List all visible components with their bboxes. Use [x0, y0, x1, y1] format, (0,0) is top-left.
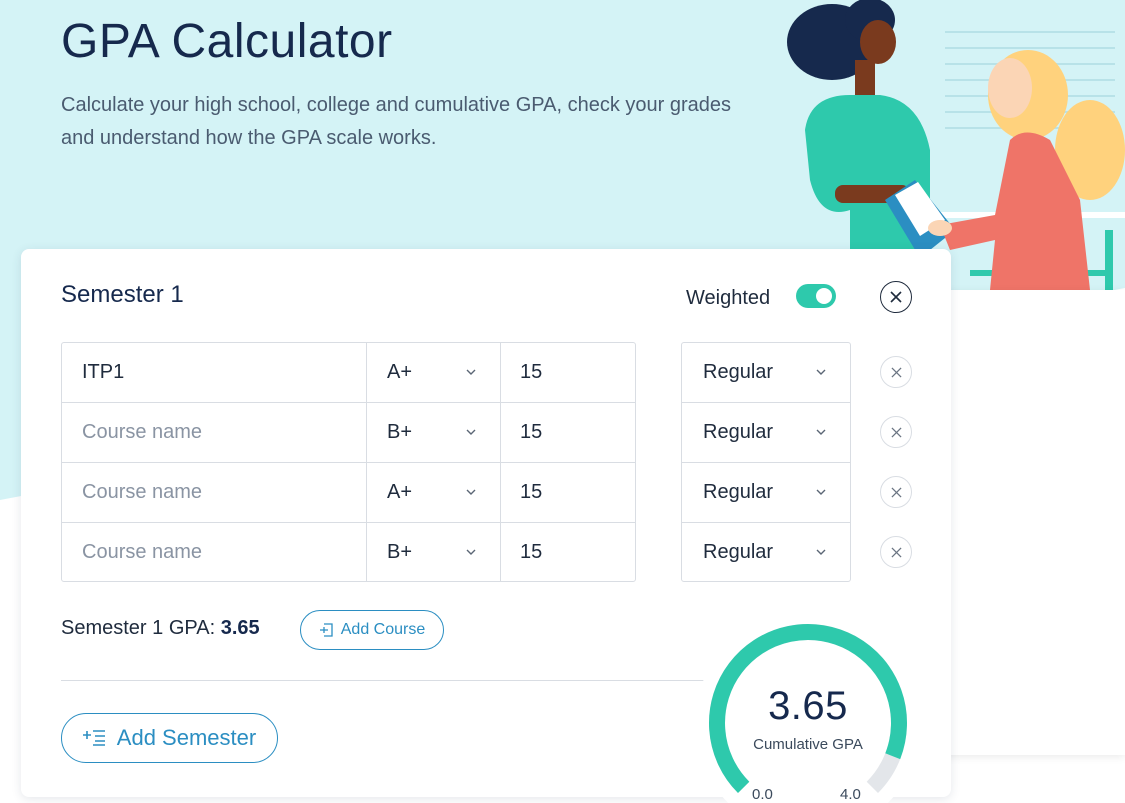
add-row-icon	[319, 623, 333, 637]
course-name-input[interactable]: Course name	[62, 403, 367, 462]
close-icon	[890, 546, 902, 558]
chevron-down-icon	[466, 369, 476, 375]
students-illustration	[787, 0, 1125, 290]
chevron-down-icon	[816, 369, 826, 375]
course-type-value: Regular	[703, 361, 774, 383]
toggle-knob	[816, 288, 832, 304]
course-type-row: Regular	[682, 463, 850, 523]
credits-input[interactable]: 15	[501, 343, 635, 402]
courses-table: ITP1 A+ 15 Course name B+ 15 Course name…	[61, 342, 636, 582]
grade-select[interactable]: A+	[367, 463, 501, 522]
add-course-label: Add Course	[340, 621, 426, 638]
remove-course-button[interactable]	[880, 536, 912, 568]
remove-semester-button[interactable]	[880, 281, 912, 313]
credits-value: 15	[520, 361, 543, 383]
grade-value: B+	[387, 541, 413, 563]
course-type-table: Regular Regular Regular Regular	[681, 342, 851, 582]
semester-gpa-value: 3.65	[220, 617, 260, 639]
cumulative-gpa-label: Cumulative GPA	[753, 736, 863, 753]
gauge-min-label: 0.0	[752, 786, 773, 803]
course-type-row: Regular	[682, 403, 850, 463]
grade-value: A+	[387, 481, 413, 503]
cumulative-gpa-value: 3.65	[768, 684, 848, 728]
grade-value: A+	[387, 361, 413, 383]
course-row: Course name B+ 15	[62, 403, 635, 463]
page-title: GPA Calculator	[61, 15, 393, 68]
credits-value: 15	[520, 541, 543, 563]
gauge-max-label: 4.0	[840, 786, 861, 803]
add-semester-button[interactable]: Add Semester	[61, 713, 278, 763]
credits-input[interactable]: 15	[501, 463, 635, 522]
remove-course-button[interactable]	[880, 476, 912, 508]
course-type-value: Regular	[703, 481, 774, 503]
course-type-select[interactable]: Regular	[682, 403, 850, 462]
remove-course-button[interactable]	[880, 356, 912, 388]
course-type-value: Regular	[703, 541, 774, 563]
semester-gpa-label: Semester 1 GPA:	[61, 617, 216, 639]
course-type-select[interactable]: Regular	[682, 463, 850, 522]
course-type-select[interactable]: Regular	[682, 343, 850, 402]
semester-title: Semester 1	[61, 281, 184, 308]
close-icon	[890, 426, 902, 438]
grade-select[interactable]: A+	[367, 343, 501, 402]
close-icon	[890, 291, 902, 303]
cumulative-gpa-gauge: 3.65 Cumulative GPA 0.0 4.0	[695, 610, 921, 803]
course-name-placeholder: Course name	[82, 481, 203, 503]
course-name-input[interactable]: ITP1	[62, 343, 367, 402]
add-course-button[interactable]: Add Course	[300, 610, 444, 650]
chevron-down-icon	[466, 489, 476, 495]
course-row: Course name B+ 15	[62, 523, 635, 583]
course-name-placeholder: Course name	[82, 541, 203, 563]
chevron-down-icon	[466, 429, 476, 435]
credits-input[interactable]: 15	[501, 403, 635, 462]
course-type-value: Regular	[703, 421, 774, 443]
chevron-down-icon	[816, 549, 826, 555]
credits-value: 15	[520, 421, 543, 443]
semester-gpa: Semester 1 GPA: 3.65	[61, 617, 260, 640]
close-icon	[890, 486, 902, 498]
add-list-icon	[82, 730, 105, 746]
grade-value: B+	[387, 421, 413, 443]
grade-select[interactable]: B+	[367, 523, 501, 582]
course-name-value: ITP1	[82, 361, 125, 383]
chevron-down-icon	[816, 429, 826, 435]
grade-select[interactable]: B+	[367, 403, 501, 462]
add-semester-label: Add Semester	[116, 725, 257, 750]
side-panel	[940, 290, 1125, 755]
close-icon	[890, 366, 902, 378]
course-row: Course name A+ 15	[62, 463, 635, 523]
course-type-row: Regular	[682, 343, 850, 403]
chevron-down-icon	[816, 489, 826, 495]
weighted-toggle[interactable]	[796, 284, 836, 308]
credits-value: 15	[520, 481, 543, 503]
course-name-input[interactable]: Course name	[62, 523, 367, 582]
weighted-label: Weighted	[686, 287, 771, 309]
remove-course-button[interactable]	[880, 416, 912, 448]
chevron-down-icon	[466, 549, 476, 555]
course-type-row: Regular	[682, 523, 850, 583]
course-name-input[interactable]: Course name	[62, 463, 367, 522]
course-type-select[interactable]: Regular	[682, 523, 850, 582]
course-name-placeholder: Course name	[82, 421, 203, 443]
page-subtitle: Calculate your high school, college and …	[61, 94, 731, 149]
credits-input[interactable]: 15	[501, 523, 635, 582]
course-row: ITP1 A+ 15	[62, 343, 635, 403]
